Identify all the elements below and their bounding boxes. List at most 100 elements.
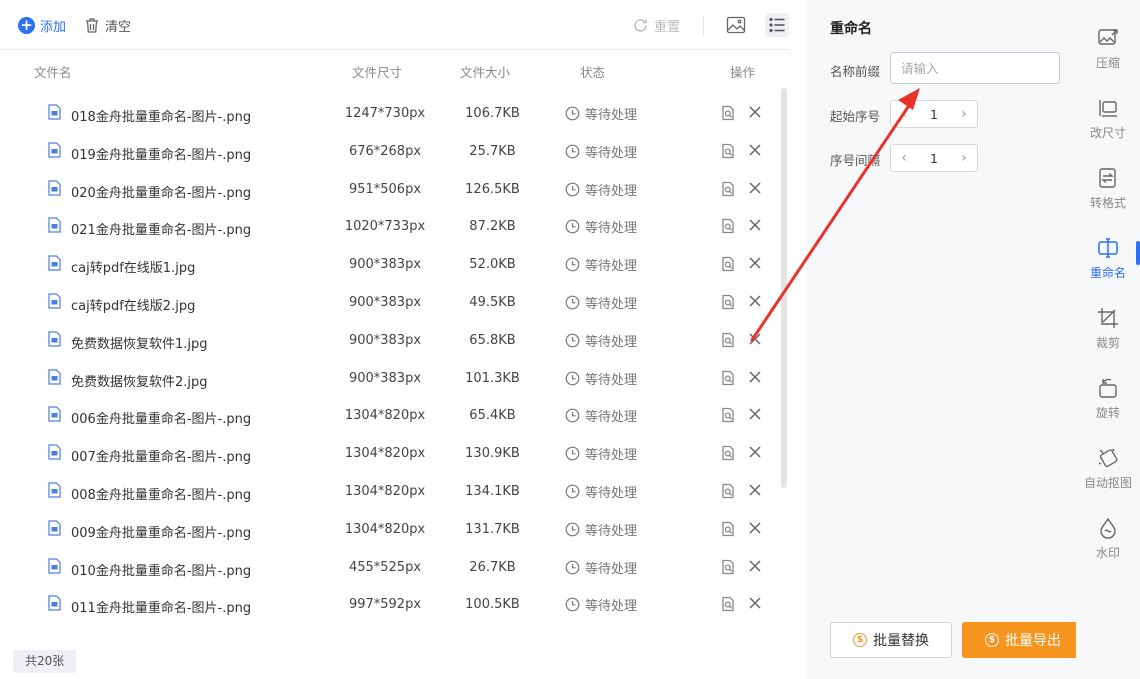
resize-icon	[1097, 97, 1119, 119]
start-increment-button[interactable]: ›	[957, 106, 971, 122]
file-name: caj转pdf在线版1.jpg	[71, 261, 196, 277]
clock-icon	[565, 597, 580, 612]
add-button[interactable]: + 添加	[18, 14, 66, 36]
clear-button[interactable]: 清空	[84, 14, 131, 36]
status-label: 等待处理	[585, 410, 638, 426]
tool-convert[interactable]: 转格式	[1076, 167, 1140, 227]
file-dimensions: 1304*820px	[344, 446, 426, 462]
close-icon[interactable]	[747, 595, 763, 611]
reset-button[interactable]: 重置	[632, 14, 680, 36]
table-row[interactable]: 免费数据恢复软件1.jpg 900*383px 65.8KB 等待处理	[0, 322, 780, 360]
preview-icon[interactable]	[720, 370, 736, 386]
preview-icon[interactable]	[720, 483, 736, 499]
close-icon[interactable]	[747, 217, 763, 233]
file-dimensions: 900*383px	[348, 295, 422, 310]
image-file-icon	[48, 255, 61, 271]
clock-icon	[565, 106, 580, 121]
interval-decrement-button[interactable]: ‹	[897, 150, 911, 166]
preview-icon[interactable]	[720, 143, 736, 159]
preview-icon[interactable]	[720, 181, 736, 197]
table-row[interactable]: 免费数据恢复软件2.jpg 900*383px 101.3KB 等待处理	[0, 360, 780, 398]
clock-icon	[565, 219, 580, 234]
table-row[interactable]: 007金舟批量重命名-图片-.png 1304*820px 130.9KB 等待处理	[0, 435, 780, 473]
tool-watermark[interactable]: 水印	[1076, 517, 1140, 577]
file-name: 020金舟批量重命名-图片-.png	[71, 185, 252, 201]
table-row[interactable]: 020金舟批量重命名-图片-.png 951*506px 126.5KB 等待处理	[0, 171, 780, 209]
preview-icon[interactable]	[720, 294, 736, 310]
batch-replace-button[interactable]: $ 批量替换	[830, 622, 952, 658]
file-status: 等待处理	[565, 520, 637, 539]
close-icon[interactable]	[747, 180, 763, 196]
status-label: 等待处理	[585, 108, 638, 123]
tool-label: 压缩	[1095, 56, 1120, 70]
file-status: 等待处理	[565, 293, 637, 312]
file-size: 49.5KB	[469, 295, 516, 310]
preview-icon[interactable]	[720, 445, 736, 461]
table-row[interactable]: 021金舟批量重命名-图片-.png 1020*733px 87.2KB 等待处理	[0, 208, 780, 246]
close-icon[interactable]	[747, 558, 763, 574]
table-row[interactable]: 006金舟批量重命名-图片-.png 1304*820px 65.4KB 等待处理	[0, 397, 780, 435]
close-icon[interactable]	[747, 520, 763, 536]
batch-export-label: 批量导出	[1005, 633, 1061, 649]
preview-icon[interactable]	[720, 521, 736, 537]
file-dimensions: 1304*820px	[344, 521, 426, 537]
table-row[interactable]: 018金舟批量重命名-图片-.png 1247*730px 106.7KB 等待处理	[0, 95, 780, 133]
header-status: 状态	[580, 65, 606, 80]
close-icon[interactable]	[747, 104, 763, 120]
interval-value[interactable]: 1	[930, 151, 938, 166]
file-dimensions: 900*383px	[348, 257, 422, 273]
file-status: 等待处理	[565, 482, 637, 501]
scrollbar[interactable]	[781, 88, 787, 488]
interval-stepper: ‹ 1 ›	[890, 144, 978, 172]
cutout-icon	[1097, 447, 1119, 469]
prefix-input[interactable]	[890, 52, 1060, 84]
close-icon[interactable]	[747, 406, 763, 422]
start-number-stepper: ‹ 1 ›	[890, 100, 978, 128]
close-icon[interactable]	[747, 293, 763, 309]
clock-icon	[565, 257, 580, 272]
table-row[interactable]: 009金舟批量重命名-图片-.png 1304*820px 131.7KB 等待处理	[0, 511, 780, 549]
batch-export-button[interactable]: $ 批量导出	[962, 622, 1084, 658]
table-row[interactable]: 019金舟批量重命名-图片-.png 676*268px 25.7KB 等待处理	[0, 133, 780, 171]
file-size: 134.1KB	[465, 484, 520, 499]
file-list: 018金舟批量重命名-图片-.png 1247*730px 106.7KB 等待处理 0…	[0, 95, 780, 640]
toolbar-divider	[703, 15, 704, 35]
tool-compress[interactable]: 压缩	[1076, 27, 1140, 87]
preview-icon[interactable]	[720, 407, 736, 423]
compress-icon	[1097, 27, 1119, 49]
close-icon[interactable]	[747, 255, 763, 271]
start-decrement-button[interactable]: ‹	[897, 106, 911, 122]
tool-resize[interactable]: 改尺寸	[1076, 97, 1140, 157]
tool-crop[interactable]: 裁剪	[1076, 307, 1140, 367]
start-number-value[interactable]: 1	[930, 107, 938, 122]
interval-increment-button[interactable]: ›	[957, 150, 971, 166]
close-icon[interactable]	[747, 482, 763, 498]
table-row[interactable]: 010金舟批量重命名-图片-.png 455*525px 26.7KB 等待处理	[0, 549, 780, 587]
list-view-button[interactable]	[765, 13, 789, 37]
preview-icon[interactable]	[720, 218, 736, 234]
preview-icon[interactable]	[720, 256, 736, 272]
interval-label: 序号间隔	[830, 153, 881, 168]
table-row[interactable]: caj转pdf在线版2.jpg 900*383px 49.5KB 等待处理	[0, 284, 780, 322]
table-row[interactable]: caj转pdf在线版1.jpg 900*383px 52.0KB 等待处理	[0, 246, 780, 284]
clock-icon	[565, 295, 580, 310]
preview-icon[interactable]	[720, 332, 736, 348]
header-filename: 文件名	[34, 65, 72, 80]
tool-rename[interactable]: 重命名	[1076, 237, 1140, 297]
table-row[interactable]: 008金舟批量重命名-图片-.png 1304*820px 134.1KB 等待处理	[0, 473, 780, 511]
close-icon[interactable]	[747, 444, 763, 460]
file-size: 65.4KB	[469, 408, 516, 424]
close-icon[interactable]	[747, 331, 763, 347]
preview-icon[interactable]	[720, 559, 736, 575]
preview-icon[interactable]	[720, 596, 736, 612]
tool-cutout[interactable]: 自动抠图	[1076, 447, 1140, 507]
plus-icon: +	[18, 16, 35, 34]
file-status: 等待处理	[565, 217, 637, 236]
close-icon[interactable]	[747, 369, 763, 385]
preview-icon[interactable]	[720, 105, 736, 121]
file-status: 等待处理	[565, 142, 637, 161]
thumbnail-view-button[interactable]	[724, 13, 748, 37]
close-icon[interactable]	[747, 142, 763, 158]
table-row[interactable]: 011金舟批量重命名-图片-.png 997*592px 100.5KB 等待处理	[0, 586, 780, 624]
tool-rotate[interactable]: 旋转	[1076, 377, 1140, 437]
